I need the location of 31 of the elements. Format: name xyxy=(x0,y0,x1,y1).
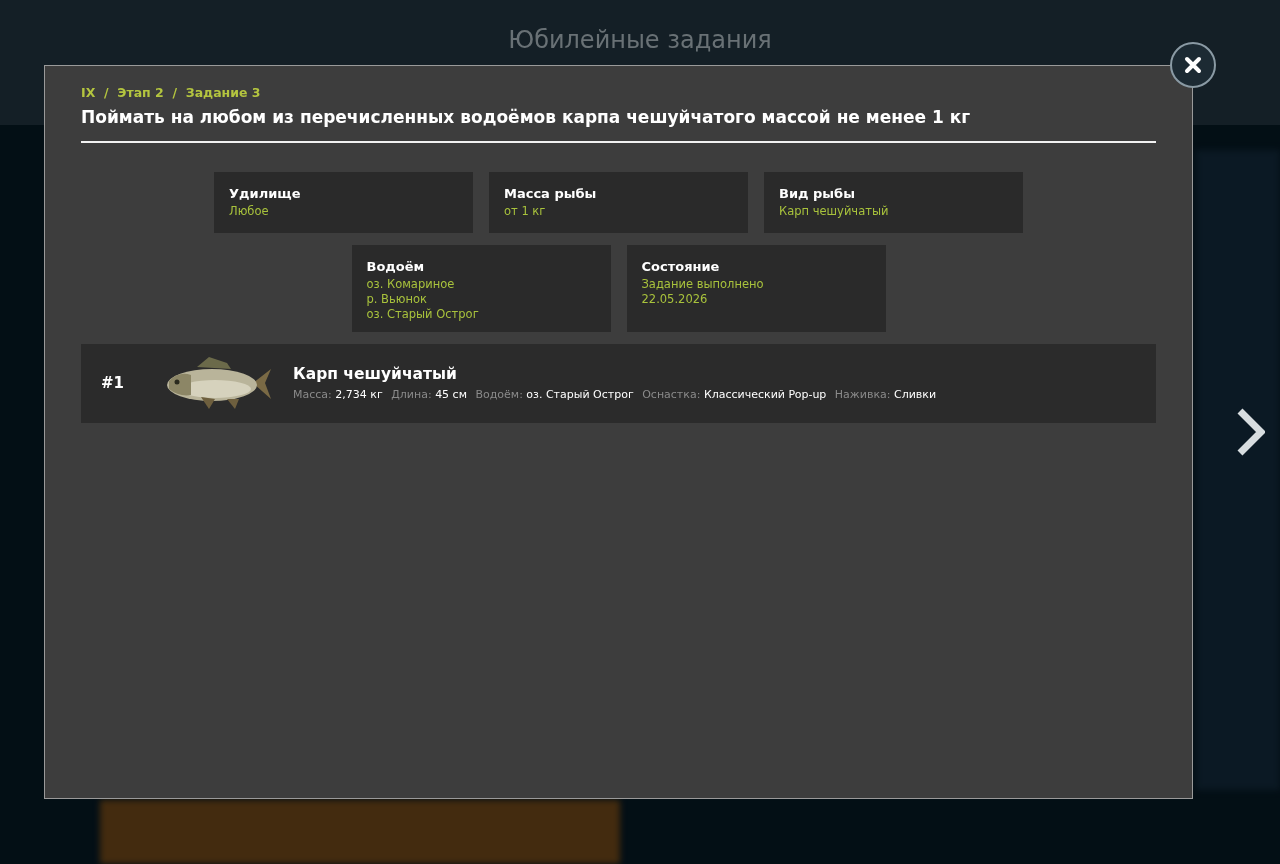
next-button[interactable] xyxy=(1236,406,1266,458)
rank-label: #1 xyxy=(101,373,125,394)
fish-name: Карп чешуйчатый xyxy=(293,364,458,386)
condition-value: оз. Комариное xyxy=(366,276,456,292)
condition-value: 22.05.2026 xyxy=(641,291,709,307)
detail-value: Сливки xyxy=(894,387,937,401)
detail-label: Длина: xyxy=(391,387,432,401)
dialog-title: Поймать на любом из перечисленных водоёмов карпа чешуйчатого массой не менее 1 кг xyxy=(81,104,1156,144)
detail-value: Классический Pop-up xyxy=(703,387,827,401)
breadcrumb: IX / Этап 2 / Задание 3 xyxy=(81,84,262,102)
condition-value: р. Вьюнок xyxy=(366,291,428,307)
condition-value: Задание выполнено xyxy=(641,276,765,292)
detail-label: Водоём: xyxy=(475,387,523,401)
condition-value: Карп чешуйчатый xyxy=(779,203,890,219)
detail-label: Оснастка: xyxy=(642,387,701,401)
detail-value: 45 см xyxy=(435,387,467,401)
condition-label: Водоём xyxy=(366,258,426,277)
condition-value: от 1 кг xyxy=(504,203,547,219)
page-title: Юбилейные задания xyxy=(508,25,772,56)
condition-value: Любое xyxy=(229,203,270,219)
detail-label: Наживка: xyxy=(834,387,891,401)
close-icon xyxy=(1183,55,1203,75)
detail-label: Масса: xyxy=(293,387,332,401)
condition-label: Состояние xyxy=(641,258,721,277)
condition-label: Удилище xyxy=(229,185,302,204)
detail-value: 2,734 кг xyxy=(335,387,383,401)
condition-label: Масса рыбы xyxy=(504,185,598,204)
condition-value: оз. Старый Острог xyxy=(366,306,480,322)
condition-label: Вид рыбы xyxy=(779,185,856,204)
chevron-right-icon xyxy=(1237,408,1265,456)
detail-value: оз. Старый Острог xyxy=(526,387,634,401)
